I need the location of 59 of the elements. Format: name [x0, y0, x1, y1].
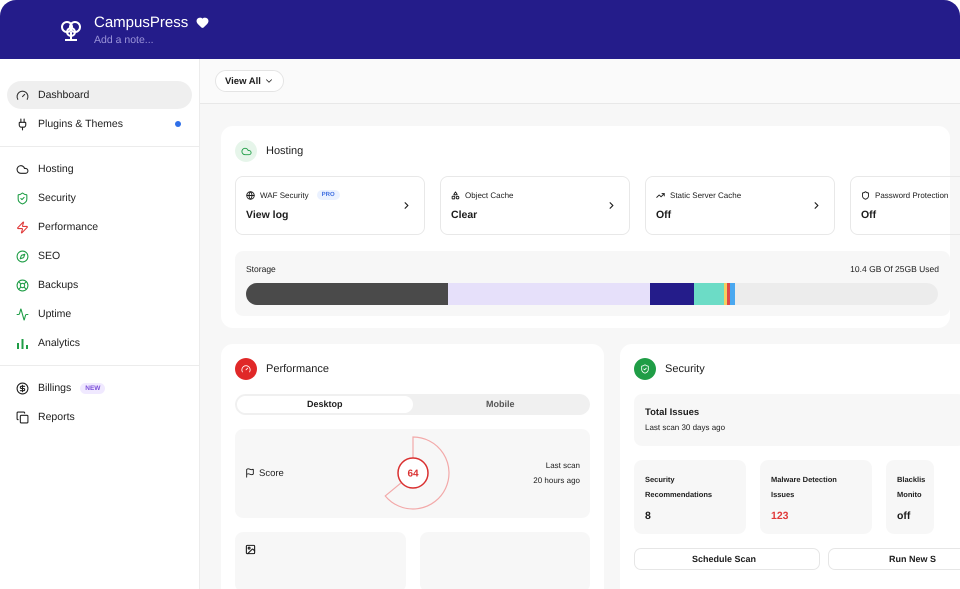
- site-title: CampusPress: [94, 14, 188, 30]
- feature-card[interactable]: Password Protection Off: [850, 176, 960, 235]
- scan-button[interactable]: Schedule Scan: [634, 548, 820, 570]
- feature-value: View log: [246, 209, 290, 221]
- card-title: Hosting: [266, 145, 304, 157]
- sidebar-item[interactable]: Uptime: [7, 300, 192, 328]
- sidebar-item[interactable]: Performance: [7, 213, 192, 241]
- total-issues-title: Total Issues: [645, 407, 700, 418]
- sidebar-item[interactable]: Reports: [7, 403, 192, 431]
- flag-icon: [245, 468, 255, 478]
- stat-value: off: [897, 510, 912, 522]
- view-filter-dropdown[interactable]: View All: [215, 70, 284, 92]
- trend-icon: [656, 190, 665, 200]
- feature-value: Off: [656, 208, 672, 220]
- sidebar-item[interactable]: Analytics: [7, 329, 192, 357]
- ring-icon: [16, 278, 29, 292]
- pulse-icon: [16, 308, 29, 320]
- globe-icon: [246, 190, 255, 200]
- image-icon: [245, 544, 256, 555]
- feature-value: Clear: [451, 208, 478, 220]
- last-scan-text: Last scan 30 days ago: [645, 423, 726, 432]
- feature-value: Off: [861, 208, 878, 220]
- heart-icon[interactable]: [196, 16, 210, 28]
- lightning-icon: [16, 220, 29, 234]
- device-tab[interactable]: Mobile: [412, 396, 588, 413]
- sidebar-item[interactable]: Security: [7, 184, 192, 212]
- shapes-icon: [451, 190, 460, 200]
- shield-icon: [861, 190, 870, 200]
- scan-label: Last scan: [546, 461, 580, 470]
- gauge-icon: [235, 358, 257, 380]
- score-value: 64: [396, 458, 428, 490]
- sidebar-item[interactable]: Hosting: [7, 155, 192, 183]
- storage-usage: 10.4 GB Of 25GB Used: [850, 264, 939, 274]
- sidebar-item[interactable]: Backups: [7, 271, 192, 299]
- score-label: Score: [259, 468, 284, 479]
- card-title: Performance: [266, 363, 329, 375]
- sidebar-item[interactable]: Plugins & Themes: [7, 110, 192, 138]
- storage-label: Storage: [246, 264, 276, 274]
- scan-time: 20 hours ago: [533, 476, 580, 486]
- dollar-icon: [16, 382, 29, 394]
- plug-icon: [16, 118, 29, 130]
- compass-icon: [16, 250, 29, 262]
- scan-button[interactable]: Run New S: [828, 548, 960, 570]
- feature-card[interactable]: Object Cache Clear: [440, 176, 630, 235]
- gauge-icon: [16, 88, 29, 102]
- device-tab[interactable]: Desktop: [237, 396, 412, 413]
- cloud-icon: [16, 162, 29, 176]
- bar-chart-icon: [16, 336, 29, 350]
- note-input[interactable]: Add a note...: [94, 34, 214, 46]
- stat-value: 8: [645, 510, 652, 522]
- feature-card[interactable]: Static Server Cache Off: [645, 176, 835, 235]
- cloud-icon: [235, 140, 257, 162]
- shield-icon: [16, 192, 29, 204]
- sidebar-item[interactable]: SEO: [7, 242, 192, 270]
- sidebar-item[interactable]: Dashboard: [7, 81, 192, 109]
- copy-icon: [16, 410, 29, 424]
- stat-value: 123: [771, 510, 790, 522]
- card-title: Security: [665, 363, 705, 375]
- shield-icon: [634, 358, 656, 380]
